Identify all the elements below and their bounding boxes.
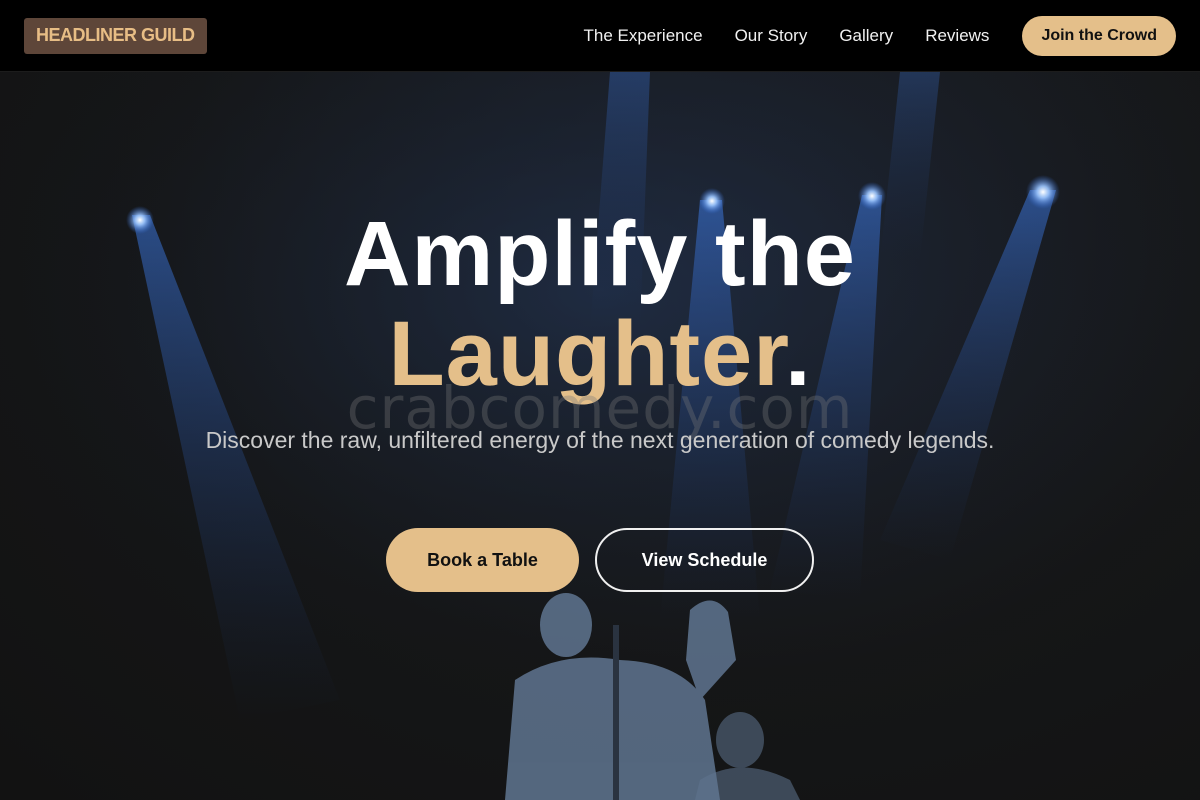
hero-cta-row: Book a Table View Schedule xyxy=(0,528,1200,592)
nav-link-the-experience[interactable]: The Experience xyxy=(584,26,703,46)
top-navbar: HEADLINER GUILD The Experience Our Story… xyxy=(0,0,1200,72)
nav-right: The Experience Our Story Gallery Reviews… xyxy=(584,15,1176,56)
join-the-crowd-button[interactable]: Join the Crowd xyxy=(1022,15,1176,56)
nav-link-our-story[interactable]: Our Story xyxy=(735,26,808,46)
view-schedule-button[interactable]: View Schedule xyxy=(595,528,814,592)
hero-section: Amplify the Laughter. crabcomedy.com Dis… xyxy=(0,72,1200,800)
brand-logo[interactable]: HEADLINER GUILD xyxy=(24,17,207,54)
book-a-table-button[interactable]: Book a Table xyxy=(386,528,579,592)
primary-nav: The Experience Our Story Gallery Reviews xyxy=(584,26,990,46)
hero-subtitle: Discover the raw, unfiltered energy of t… xyxy=(205,427,995,453)
nav-link-gallery[interactable]: Gallery xyxy=(839,26,893,46)
nav-link-reviews[interactable]: Reviews xyxy=(925,26,989,46)
headline-line-1: Amplify the xyxy=(344,203,856,305)
